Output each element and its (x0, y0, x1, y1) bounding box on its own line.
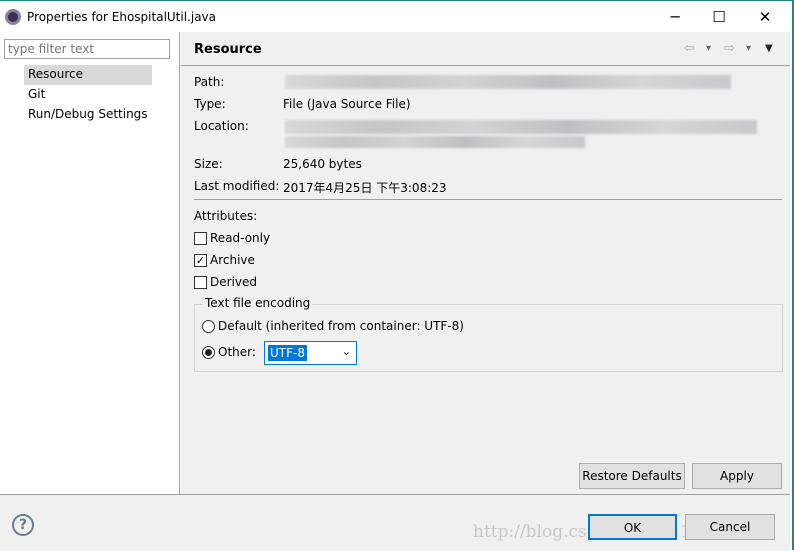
page-header: Resource ⇦ ▾ ⇨ ▾ ▼ (181, 32, 790, 66)
size-label: Size: (194, 157, 223, 171)
window-title: Properties for EhospitalUtil.java (27, 10, 217, 24)
minimize-button[interactable]: ─ (660, 6, 690, 28)
chevron-down-icon: ⌄ (341, 345, 351, 358)
location-value-redacted-2 (285, 136, 585, 148)
other-encoding-label[interactable]: Other: (218, 345, 256, 359)
archive-checkbox[interactable]: ✓ (194, 254, 207, 267)
read-only-label[interactable]: Read-only (210, 231, 270, 245)
encoding-value: UTF-8 (268, 345, 307, 361)
path-label: Path: (194, 75, 225, 89)
last-modified-value: 2017年4月25日 下午3:08:23 (283, 181, 447, 195)
sidebar: Resource Git Run/Debug Settings (0, 32, 180, 494)
archive-label[interactable]: Archive (210, 253, 255, 267)
filter-input[interactable] (4, 39, 170, 59)
back-icon[interactable]: ⇦ (684, 41, 695, 56)
forward-dropdown-icon[interactable]: ▾ (746, 43, 751, 54)
forward-icon[interactable]: ⇨ (724, 41, 735, 56)
close-button[interactable]: ✕ (750, 6, 780, 28)
properties-dialog: Properties for EhospitalUtil.java ─ ☐ ✕ … (0, 0, 794, 551)
back-dropdown-icon[interactable]: ▾ (706, 43, 711, 54)
resource-page: Resource ⇦ ▾ ⇨ ▾ ▼ Path: Type: File (Jav… (181, 32, 790, 494)
text-encoding-label: Text file encoding (203, 296, 313, 310)
attributes-label: Attributes: (194, 209, 258, 223)
page-tree: Resource Git Run/Debug Settings (24, 65, 152, 125)
restore-defaults-button[interactable]: Restore Defaults (579, 463, 685, 489)
size-value: 25,640 bytes (283, 157, 362, 171)
eclipse-icon (5, 9, 21, 25)
title-bar: Properties for EhospitalUtil.java ─ ☐ ✕ (0, 2, 790, 32)
separator (194, 199, 782, 200)
derived-checkbox[interactable] (194, 276, 207, 289)
tree-item-run-debug-settings[interactable]: Run/Debug Settings (24, 105, 152, 125)
read-only-checkbox[interactable] (194, 232, 207, 245)
type-value: File (Java Source File) (283, 97, 411, 111)
cancel-button[interactable]: Cancel (685, 514, 775, 540)
default-encoding-radio[interactable] (202, 320, 215, 333)
encoding-select[interactable]: UTF-8 ⌄ (264, 341, 357, 365)
apply-button[interactable]: Apply (692, 463, 782, 489)
location-value-redacted (285, 120, 757, 134)
tree-item-git[interactable]: Git (24, 85, 152, 105)
last-modified-label: Last modified: (194, 179, 280, 193)
maximize-button[interactable]: ☐ (704, 6, 734, 28)
help-icon[interactable]: ? (12, 514, 34, 536)
other-encoding-radio[interactable] (202, 346, 215, 359)
path-value-redacted (285, 75, 731, 89)
tree-item-resource[interactable]: Resource (24, 65, 152, 85)
page-title: Resource (194, 42, 262, 57)
default-encoding-label[interactable]: Default (inherited from container: UTF-8… (218, 319, 464, 333)
dialog-footer: ? http://blog.csdn.net/u011008029 OK Can… (0, 494, 790, 551)
derived-label[interactable]: Derived (210, 275, 257, 289)
view-menu-icon[interactable]: ▼ (765, 43, 773, 54)
location-label: Location: (194, 119, 249, 133)
ok-button[interactable]: OK (588, 514, 677, 540)
text-encoding-group: Text file encoding Default (inherited fr… (194, 296, 783, 372)
type-label: Type: (194, 97, 226, 111)
